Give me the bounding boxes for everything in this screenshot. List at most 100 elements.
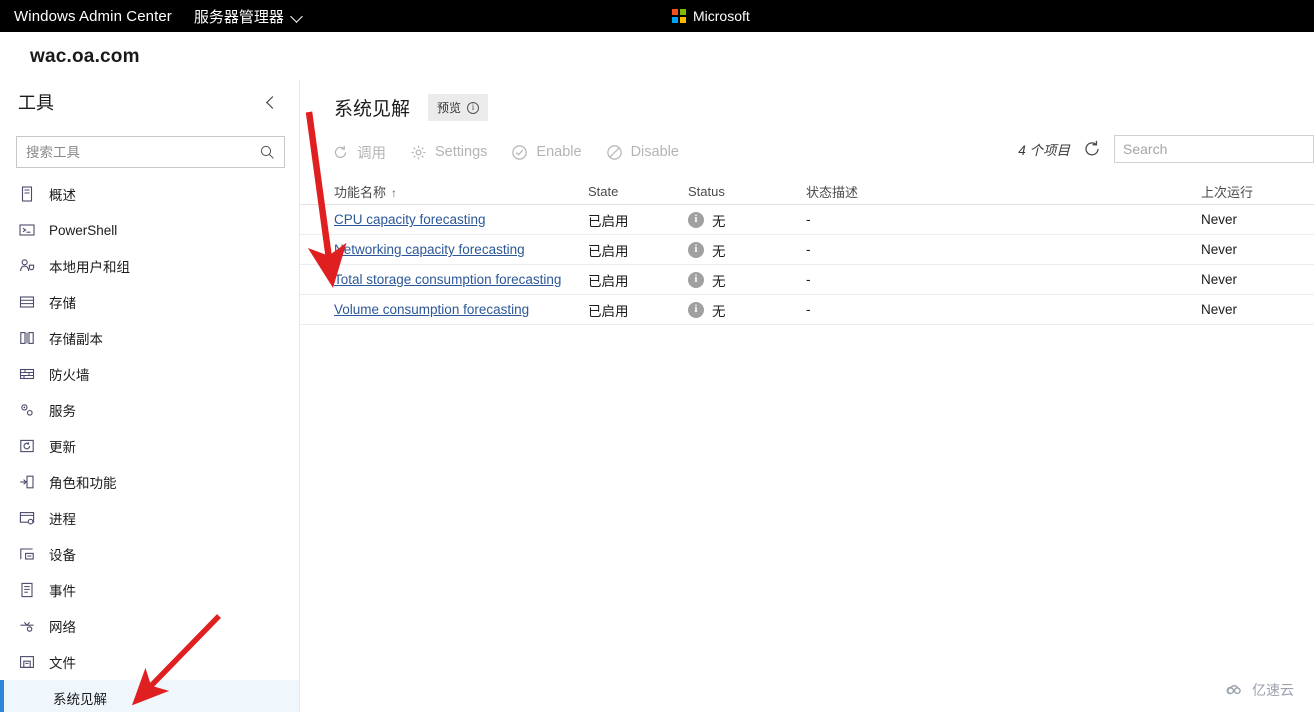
table-row[interactable]: CPU capacity forecasting 已启用 i无 - Never — [300, 205, 1314, 235]
sidebar-item-label: 概述 — [49, 188, 76, 203]
sidebar-item-network[interactable]: 网络 — [0, 608, 299, 644]
capability-link[interactable]: CPU capacity forecasting — [334, 212, 486, 227]
column-header-name[interactable]: 功能名称 ↑ — [334, 182, 588, 201]
table-row[interactable]: Networking capacity forecasting 已启用 i无 -… — [300, 235, 1314, 265]
processes-icon — [19, 512, 35, 525]
column-header-state[interactable]: State — [588, 184, 688, 199]
sidebar-item-storage[interactable]: 存储 — [0, 284, 299, 320]
network-icon — [20, 622, 34, 632]
microsoft-squares-icon — [672, 9, 686, 23]
sidebar-item-services[interactable]: 服务 — [0, 392, 299, 428]
page-title: wac.oa.com — [30, 46, 140, 67]
gear-icon — [411, 145, 426, 159]
cell-status: i无 — [688, 240, 806, 260]
settings-button[interactable]: Settings — [410, 144, 487, 161]
list-search-input[interactable] — [1115, 141, 1313, 157]
column-header-status[interactable]: Status — [688, 184, 806, 199]
cell-state: 已启用 — [588, 213, 629, 229]
table-header-row: 功能名称 ↑ State Status 状态描述 上次运行 — [300, 179, 1314, 205]
info-icon[interactable]: i — [467, 101, 480, 114]
sidebar-item-updates[interactable]: 更新 — [0, 428, 299, 464]
events-icon — [21, 582, 33, 598]
preview-badge-label: 预览 — [437, 101, 462, 115]
sidebar-header: 工具 — [0, 80, 299, 124]
invoke-button-label: 调用 — [357, 145, 386, 162]
sidebar-item-firewall[interactable]: 防火墙 — [0, 356, 299, 392]
disable-button-label: Disable — [630, 144, 679, 160]
sidebar-item-powershell[interactable]: PowerShell — [0, 212, 299, 248]
table-row[interactable]: Volume consumption forecasting 已启用 i无 - … — [300, 295, 1314, 325]
sidebar-item-label: 文件 — [49, 656, 76, 671]
cell-state: 已启用 — [588, 273, 629, 289]
chevron-left-icon[interactable] — [261, 91, 283, 113]
app-switcher[interactable]: 服务器管理器 — [194, 6, 303, 27]
cell-status: i无 — [688, 210, 806, 230]
capability-link[interactable]: Networking capacity forecasting — [334, 242, 525, 257]
sidebar-item-label: 设备 — [49, 548, 76, 563]
top-bar: Windows Admin Center 服务器管理器 Microsoft — [0, 0, 1314, 32]
terminal-icon — [19, 224, 35, 236]
devices-icon — [20, 548, 34, 560]
preview-badge: 预览 i — [428, 94, 489, 121]
sidebar-item-overview[interactable]: 概述 — [0, 176, 299, 212]
sidebar-item-storage-replica[interactable]: 存储副本 — [0, 320, 299, 356]
sidebar-item-label: 网络 — [49, 620, 76, 635]
sidebar-item-files[interactable]: 文件 — [0, 644, 299, 680]
table-row[interactable]: Total storage consumption forecasting 已启… — [300, 265, 1314, 295]
capability-link[interactable]: Total storage consumption forecasting — [334, 272, 561, 287]
cell-state: 已启用 — [588, 303, 629, 319]
tools-sidebar: 工具 概述 — [0, 80, 300, 712]
column-header-name-label: 功能名称 — [334, 185, 387, 200]
settings-button-label: Settings — [435, 144, 488, 160]
cell-status: i无 — [688, 300, 806, 320]
cell-name: Networking capacity forecasting — [334, 242, 588, 257]
search-tools-field[interactable] — [16, 136, 285, 168]
cell-description: - — [806, 242, 811, 257]
sidebar-item-label: 存储副本 — [49, 332, 103, 347]
cell-name: Volume consumption forecasting — [334, 302, 588, 317]
check-circle-icon — [512, 144, 528, 160]
sidebar-item-label: 角色和功能 — [49, 476, 117, 491]
microsoft-logo: Microsoft — [672, 0, 750, 32]
info-circle-icon: i — [688, 271, 704, 288]
main-content: 系统见解 预览 i 调用 Settings Enable Disable 4 个… — [300, 80, 1314, 712]
watermark-text: 亿速云 — [1252, 682, 1294, 698]
cell-status-label: 无 — [712, 213, 726, 229]
microsoft-wordmark: Microsoft — [693, 8, 750, 24]
arrow-up-icon: ↑ — [391, 186, 398, 200]
content-title: 系统见解 — [334, 99, 411, 120]
files-icon — [20, 656, 34, 668]
users-icon — [20, 259, 35, 272]
services-icon — [21, 404, 33, 416]
sidebar-item-devices[interactable]: 设备 — [0, 536, 299, 572]
sidebar-item-local-users-groups[interactable]: 本地用户和组 — [0, 248, 299, 284]
sidebar-item-label: 服务 — [49, 404, 76, 419]
sidebar-item-label: 本地用户和组 — [49, 260, 130, 275]
sidebar-item-label: 系统见解 — [53, 692, 107, 707]
sidebar-item-processes[interactable]: 进程 — [0, 500, 299, 536]
list-search-field[interactable] — [1114, 135, 1314, 163]
cell-last-run: Never — [1201, 212, 1238, 227]
invoke-button[interactable]: 调用 — [332, 142, 386, 163]
storage-icon — [19, 296, 35, 308]
update-icon — [20, 439, 34, 453]
cell-last-run: Never — [1201, 302, 1238, 317]
watermark: 亿速云 — [1225, 680, 1294, 700]
cell-status-label: 无 — [712, 273, 726, 289]
disable-button[interactable]: Disable — [606, 144, 679, 161]
enable-button-label: Enable — [536, 144, 582, 160]
enable-button[interactable]: Enable — [511, 144, 582, 161]
column-header-last-run[interactable]: 上次运行 — [1201, 182, 1296, 201]
refresh-icon[interactable] — [1082, 139, 1102, 159]
cloud-icon — [1226, 685, 1241, 695]
search-input[interactable] — [17, 144, 284, 160]
capability-link[interactable]: Volume consumption forecasting — [334, 302, 529, 317]
cell-description: - — [806, 272, 811, 287]
content-header: 系统见解 预览 i — [300, 80, 1314, 121]
sidebar-item-system-insights[interactable]: 系统见解 — [0, 680, 299, 712]
storage-replica-icon — [20, 332, 34, 344]
sidebar-item-events[interactable]: 事件 — [0, 572, 299, 608]
cell-last-run: Never — [1201, 272, 1238, 287]
sidebar-item-roles-features[interactable]: 角色和功能 — [0, 464, 299, 500]
column-header-description[interactable]: 状态描述 — [806, 182, 1201, 201]
